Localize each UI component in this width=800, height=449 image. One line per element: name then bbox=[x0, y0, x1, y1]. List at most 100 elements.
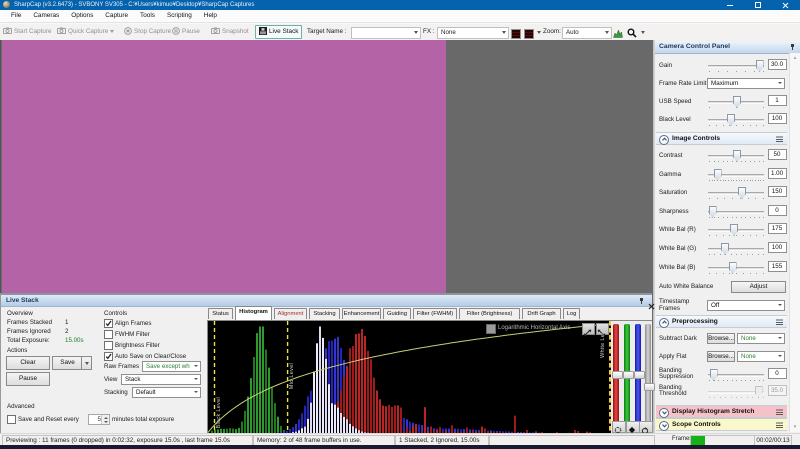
level-slider-handle[interactable] bbox=[634, 371, 645, 379]
zoom-combo[interactable]: Auto bbox=[562, 27, 612, 39]
tab-alignment[interactable]: Alignment bbox=[274, 308, 307, 320]
tab-filter-brightness[interactable]: Filter (Brightness) bbox=[459, 308, 520, 320]
level-slider-red[interactable] bbox=[613, 324, 619, 424]
value-gamma[interactable]: 1.00 bbox=[768, 168, 787, 179]
menu-cameras[interactable]: Cameras bbox=[27, 10, 65, 22]
pause-button[interactable]: Pause bbox=[172, 24, 200, 40]
log-axis-checkbox[interactable] bbox=[486, 324, 496, 334]
dropdown-timestamp-frames[interactable]: Off bbox=[707, 300, 785, 311]
snapshot-button[interactable]: Snapshot bbox=[211, 24, 249, 40]
camera-panel-scrollbar[interactable]: ▲ ▼ bbox=[789, 53, 800, 432]
value-gain[interactable]: 30.0 bbox=[768, 59, 787, 70]
tab-guiding[interactable]: Guiding bbox=[383, 308, 411, 320]
quick-capture-button[interactable]: Quick Capture bbox=[57, 24, 114, 40]
foreground-color-swatch[interactable] bbox=[511, 29, 521, 39]
stretch-reset-button[interactable] bbox=[639, 421, 653, 433]
zoom-extents-button[interactable] bbox=[582, 323, 595, 335]
stacking-combo[interactable]: Default bbox=[132, 387, 201, 398]
chevron-down-circle-icon[interactable] bbox=[659, 421, 669, 431]
magnifier-icon[interactable] bbox=[627, 28, 637, 38]
tab-histogram[interactable]: Histogram bbox=[235, 306, 272, 320]
level-slider-blue[interactable] bbox=[635, 324, 641, 424]
save-reset-checkbox[interactable] bbox=[7, 415, 16, 424]
clear-button[interactable]: Clear bbox=[6, 356, 50, 370]
checkbox-brightness-filter[interactable] bbox=[104, 341, 113, 350]
tab-drift-graph[interactable]: Drift Graph bbox=[522, 308, 561, 320]
checkbox-auto-save-on-clear-close[interactable] bbox=[104, 352, 113, 361]
menu-icon[interactable] bbox=[776, 136, 783, 142]
menu-file[interactable]: File bbox=[5, 10, 27, 22]
value-contrast[interactable]: 50 bbox=[768, 149, 787, 160]
value-banding-threshold[interactable]: 35.0 bbox=[768, 385, 787, 396]
save-dropdown-button[interactable] bbox=[81, 356, 92, 370]
value-white-bal-r[interactable]: 175 bbox=[768, 223, 787, 234]
target-name-combo[interactable] bbox=[351, 27, 421, 39]
checkbox-align-frames[interactable] bbox=[104, 319, 113, 328]
value-white-bal-b[interactable]: 155 bbox=[768, 261, 787, 272]
reset-minutes-input[interactable]: 5 bbox=[88, 414, 110, 425]
fx-combo[interactable]: None bbox=[437, 27, 509, 39]
menu-capture[interactable]: Capture bbox=[99, 10, 134, 22]
browse-button-apply-flat[interactable]: Browse... bbox=[707, 351, 735, 362]
stop-capture-button[interactable]: Stop Capture bbox=[124, 24, 171, 40]
chevron-up-circle-icon[interactable] bbox=[659, 135, 669, 145]
value-sharpness[interactable]: 0 bbox=[768, 205, 787, 216]
checkbox-fwhm-filter[interactable] bbox=[104, 330, 113, 339]
menu-icon[interactable] bbox=[776, 422, 783, 428]
tab-log[interactable]: Log bbox=[563, 308, 580, 320]
dropdown-apply-flat[interactable]: None bbox=[737, 351, 785, 362]
button-adjust[interactable]: Adjust bbox=[731, 281, 786, 293]
level-slider-handle[interactable] bbox=[623, 371, 634, 379]
stretch-apply-button[interactable] bbox=[626, 421, 640, 433]
level-slider-green[interactable] bbox=[624, 324, 630, 424]
pause-stack-button[interactable]: Pause bbox=[6, 372, 50, 386]
maximize-button[interactable] bbox=[749, 0, 767, 10]
menu-icon[interactable] bbox=[776, 319, 783, 325]
value-banding-suppression[interactable]: 0 bbox=[768, 368, 787, 379]
raw-frames-combo[interactable]: Save except wh bbox=[142, 361, 201, 372]
dropdown-subtract-dark[interactable]: None bbox=[737, 333, 785, 344]
browse-button-subtract-dark[interactable]: Browse... bbox=[707, 333, 735, 344]
value-usb-speed[interactable]: 1 bbox=[768, 95, 787, 106]
menu-tools[interactable]: Tools bbox=[134, 10, 161, 22]
section-header-display-histogram-stretch[interactable]: Display Histogram Stretch bbox=[656, 405, 787, 418]
value-white-bal-g[interactable]: 100 bbox=[768, 242, 787, 253]
tab-status[interactable]: Status bbox=[208, 308, 233, 320]
slider-track-saturation[interactable] bbox=[708, 192, 764, 196]
value-black-level[interactable]: 100 bbox=[768, 113, 787, 124]
dropdown-frame-rate-limit[interactable]: Maximum bbox=[707, 78, 785, 89]
tab-filter-fwhm[interactable]: Filter (FWHM) bbox=[413, 308, 457, 320]
level-slider-gray[interactable] bbox=[645, 324, 651, 424]
live-stack-button[interactable]: Live Stack bbox=[255, 25, 302, 39]
level-slider-handle[interactable] bbox=[644, 383, 655, 391]
tab-stacking[interactable]: Stacking bbox=[309, 308, 340, 320]
close-icon[interactable] bbox=[648, 297, 655, 315]
chevron-down-circle-icon[interactable] bbox=[659, 408, 669, 418]
tab-enhancement[interactable]: Enhancement bbox=[342, 308, 381, 320]
menu-help[interactable]: Help bbox=[198, 10, 223, 22]
menu-scripting[interactable]: Scripting bbox=[161, 10, 198, 22]
stretch-outline-button[interactable] bbox=[612, 421, 626, 433]
menu-options[interactable]: Options bbox=[65, 10, 99, 22]
histogram-toggle-icon[interactable] bbox=[613, 29, 623, 38]
section-header-preprocessing[interactable]: Preprocessing bbox=[656, 315, 787, 328]
slider-track-black-level[interactable] bbox=[708, 119, 764, 123]
menu-icon[interactable] bbox=[776, 409, 783, 415]
chevron-up-circle-icon[interactable] bbox=[659, 318, 669, 328]
slider-track-white-bal-g[interactable] bbox=[708, 248, 764, 252]
save-button[interactable]: Save bbox=[52, 356, 83, 370]
scroll-up-icon[interactable]: ▲ bbox=[790, 53, 800, 62]
minimize-button[interactable] bbox=[721, 0, 739, 10]
value-saturation[interactable]: 150 bbox=[768, 186, 787, 197]
pin-icon[interactable] bbox=[790, 43, 795, 50]
pin-icon[interactable] bbox=[639, 297, 644, 304]
level-slider-handle[interactable] bbox=[612, 371, 623, 379]
start-capture-button[interactable]: Start Capture bbox=[3, 24, 51, 40]
close-button[interactable] bbox=[777, 0, 795, 10]
section-header-scope-controls[interactable]: Scope Controls bbox=[656, 418, 787, 431]
spinner-arrows-icon[interactable] bbox=[101, 415, 109, 424]
background-color-swatch[interactable] bbox=[524, 29, 534, 39]
view-combo[interactable]: Stack bbox=[121, 374, 201, 385]
scroll-down-icon[interactable]: ▼ bbox=[790, 422, 800, 431]
section-header-image-controls[interactable]: Image Controls bbox=[656, 132, 787, 145]
